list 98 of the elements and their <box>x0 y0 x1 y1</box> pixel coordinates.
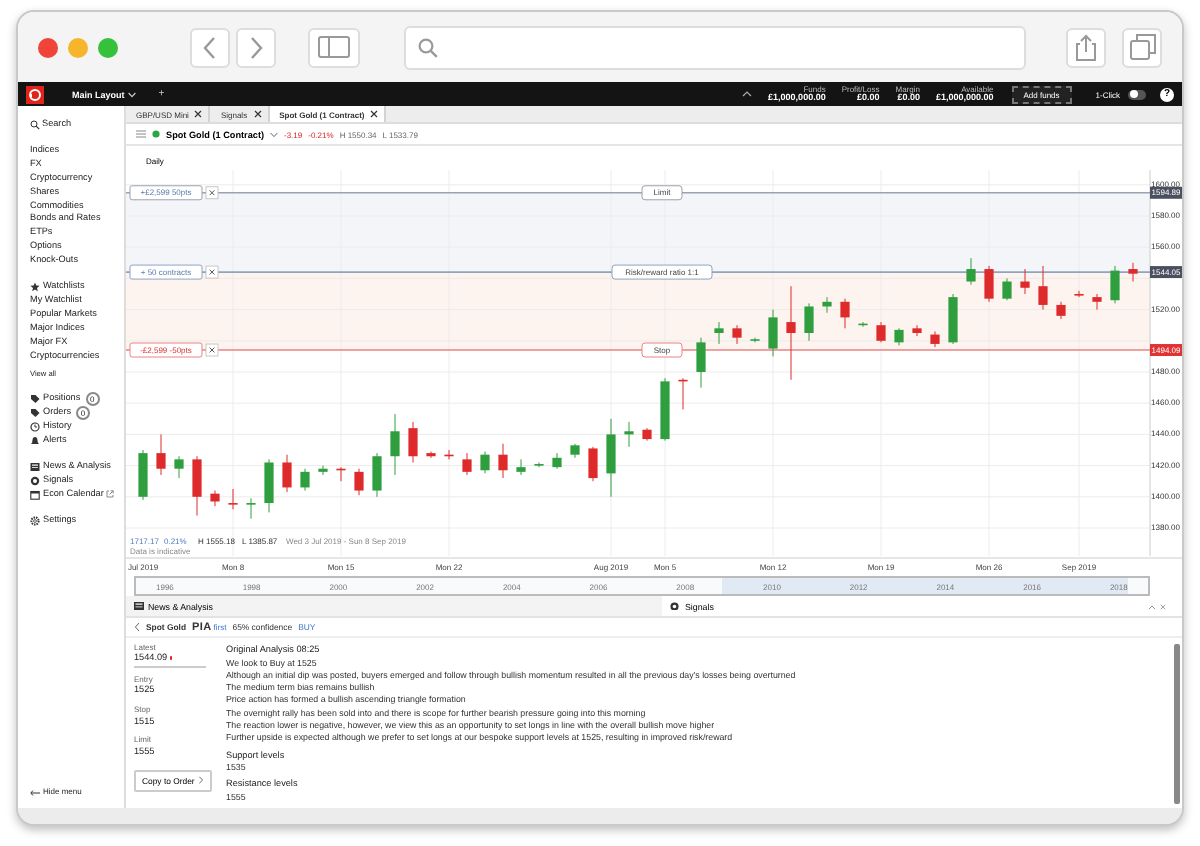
candle <box>282 454 292 493</box>
candle <box>840 298 850 329</box>
candle <box>1002 277 1012 301</box>
chevron-right-icon <box>198 776 205 785</box>
candle <box>156 433 166 476</box>
candle <box>138 449 148 501</box>
candle <box>660 377 670 442</box>
remove-level-button[interactable] <box>205 186 219 200</box>
candle <box>372 452 382 498</box>
candle <box>678 377 688 410</box>
candle <box>192 455 202 516</box>
candle <box>912 324 922 337</box>
candle <box>210 490 220 507</box>
candle <box>534 462 544 468</box>
candle <box>750 337 760 343</box>
newspaper-icon <box>30 462 40 473</box>
candle <box>894 327 904 346</box>
candle <box>228 488 238 510</box>
candle <box>930 330 940 348</box>
close-icon[interactable] <box>370 110 379 118</box>
level-line[interactable] <box>126 191 1151 194</box>
back-icon[interactable] <box>134 622 140 632</box>
candle <box>498 443 508 479</box>
menu-icon[interactable] <box>136 130 146 138</box>
candle <box>318 465 328 476</box>
candle <box>336 466 346 482</box>
candle <box>858 321 868 328</box>
candle <box>624 421 634 448</box>
candle <box>480 451 490 474</box>
candle <box>606 418 616 498</box>
candle <box>966 257 976 286</box>
candle <box>1074 290 1084 298</box>
newspaper-icon <box>134 602 144 610</box>
one-click-toggle[interactable] <box>1128 89 1146 99</box>
candle <box>444 449 454 460</box>
caret-icon[interactable] <box>742 90 753 98</box>
remove-level-button[interactable] <box>205 343 219 357</box>
target-icon <box>670 601 679 611</box>
candle <box>1092 293 1102 311</box>
chevron-left-icon <box>202 35 218 59</box>
candle <box>732 324 742 345</box>
tabs-icon <box>1129 34 1155 60</box>
target-icon <box>30 476 40 487</box>
status-dot-icon <box>152 130 160 138</box>
gear-icon <box>30 515 40 526</box>
candle <box>696 337 706 389</box>
calendar-icon <box>30 489 40 500</box>
candle <box>174 455 184 479</box>
candle <box>300 468 310 492</box>
remove-level-button[interactable] <box>205 265 219 279</box>
scrollbar[interactable] <box>1174 644 1180 804</box>
candle <box>786 285 796 381</box>
close-icon[interactable] <box>253 110 262 118</box>
candle <box>1038 265 1048 311</box>
candle <box>1110 265 1120 304</box>
caret-icon <box>128 91 137 97</box>
candle <box>570 443 580 459</box>
candle <box>822 296 832 314</box>
candle <box>1128 262 1138 282</box>
bell-icon <box>30 436 40 447</box>
navigator-range[interactable] <box>722 578 1128 594</box>
candle <box>264 458 274 513</box>
sidebar-button[interactable] <box>308 27 360 67</box>
search-field[interactable] <box>404 25 1026 69</box>
search-icon <box>30 119 40 130</box>
candle <box>408 421 418 463</box>
candle <box>462 452 472 476</box>
tabs-button[interactable] <box>1122 27 1162 67</box>
candle <box>246 497 256 520</box>
star-icon <box>30 282 40 293</box>
sidebar-icon <box>318 36 350 58</box>
clock-icon <box>30 422 40 433</box>
share-button[interactable] <box>1066 27 1106 67</box>
candle <box>426 451 436 459</box>
candle <box>516 458 526 476</box>
candle <box>354 468 364 496</box>
back-button[interactable] <box>190 27 230 67</box>
candle <box>588 446 598 482</box>
forward-button[interactable] <box>236 27 276 67</box>
candle <box>1056 301 1066 320</box>
maximize-icon[interactable] <box>98 37 118 57</box>
arrow-left-icon <box>30 790 40 797</box>
close-icon[interactable] <box>194 110 203 118</box>
candle <box>876 321 886 343</box>
candle <box>390 413 400 476</box>
chevron-right-icon <box>248 35 264 59</box>
search-icon <box>418 37 438 57</box>
candle <box>948 293 958 345</box>
candle <box>804 302 814 342</box>
candle <box>552 452 562 470</box>
candle <box>714 321 724 345</box>
candle <box>1020 268 1030 295</box>
level-line[interactable] <box>126 349 1151 351</box>
candle <box>768 309 778 357</box>
candle <box>642 427 652 442</box>
candle <box>984 265 994 303</box>
share-icon <box>1074 33 1098 61</box>
minimize-icon[interactable] <box>68 37 88 57</box>
